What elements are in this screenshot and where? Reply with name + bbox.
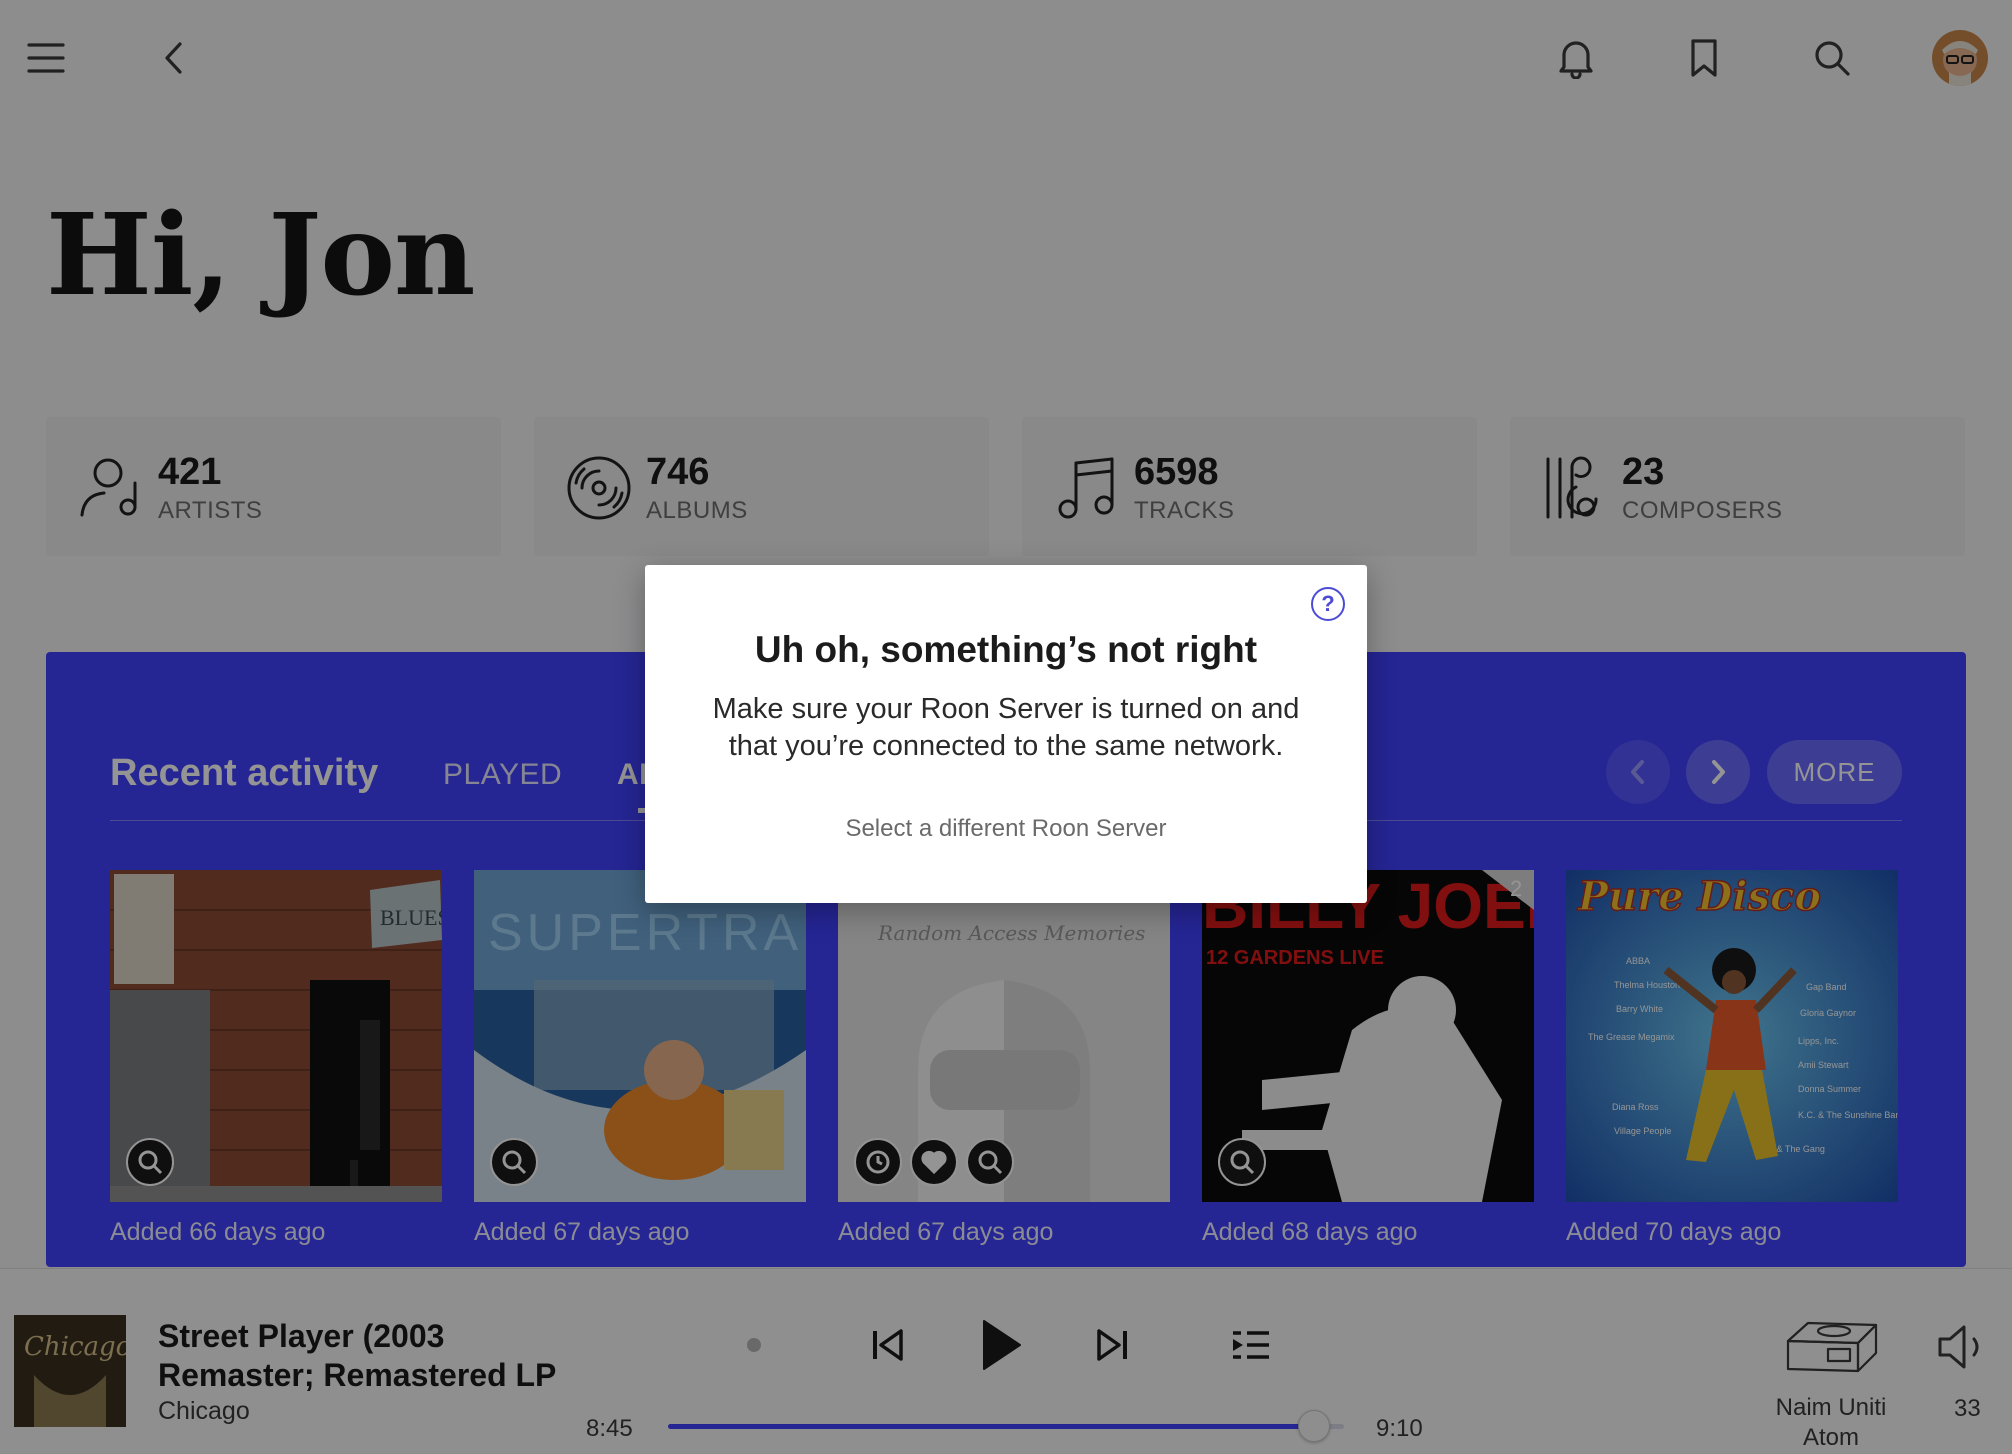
select-different-server-link[interactable]: Select a different Roon Server xyxy=(645,815,1367,843)
help-icon[interactable]: ? xyxy=(1311,587,1345,621)
dialog-title: Uh oh, something’s not right xyxy=(754,629,1258,670)
dialog-message: Make sure your Roon Server is turned on … xyxy=(712,693,1300,762)
connection-error-dialog: ? Uh oh, something’s not right Make sure… xyxy=(645,565,1367,903)
